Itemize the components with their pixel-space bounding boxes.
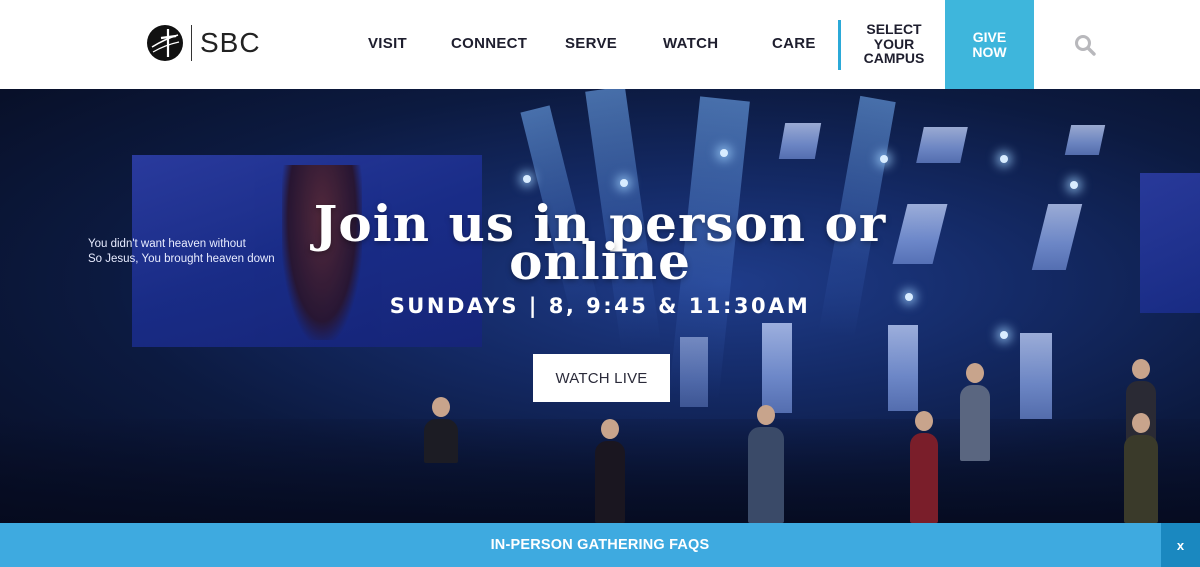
campus-line: SELECT [866, 21, 922, 37]
faq-link[interactable]: IN-PERSON GATHERING FAQS [491, 537, 710, 553]
search-icon[interactable] [1074, 34, 1096, 56]
nav-item-watch[interactable]: WATCH [663, 35, 718, 52]
stage-light [1000, 331, 1008, 339]
performer-head [432, 397, 450, 417]
stage-light [523, 175, 531, 183]
stage-light [1000, 155, 1008, 163]
campus-line: CAMPUS [863, 50, 925, 66]
stage-panel [1020, 333, 1052, 419]
nav-item-serve[interactable]: SERVE [565, 35, 617, 52]
nav-item-care[interactable]: CARE [772, 35, 816, 52]
campus-line: YOUR [873, 35, 915, 52]
announcement-bar: IN-PERSON GATHERING FAQS x [0, 523, 1200, 567]
stage-panel [762, 323, 792, 413]
performer [1124, 413, 1158, 523]
performer [910, 411, 938, 523]
close-bar-button[interactable]: x [1161, 523, 1200, 567]
give-line: GIVE [972, 29, 1007, 45]
stage-light [720, 149, 728, 157]
stage-light [1070, 181, 1078, 189]
select-campus-button[interactable]: SELECT YOUR CAMPUS [858, 22, 930, 66]
hero-service-times: SUNDAYS | 8, 9:45 & 11:30AM [389, 294, 811, 318]
performer [595, 419, 625, 523]
nav-item-connect[interactable]: CONNECT [451, 35, 527, 52]
hero-section: You didn't want heaven without So Jesus,… [0, 89, 1200, 523]
performer [748, 405, 784, 523]
performer-head [757, 405, 775, 425]
performer-head [1132, 413, 1150, 433]
give-line: NOW [972, 43, 1007, 60]
globe-cross-icon [147, 25, 183, 61]
site-logo[interactable]: SBC [147, 25, 261, 61]
site-header: SBC VISIT CONNECT SERVE WATCH CARE SELEC… [0, 0, 1200, 89]
performer [960, 363, 990, 461]
logo-divider [191, 25, 192, 61]
stage-panel [916, 127, 968, 163]
stage-light [880, 155, 888, 163]
nav-item-visit[interactable]: VISIT [368, 35, 407, 52]
performer [424, 397, 458, 463]
give-now-button[interactable]: GIVE NOW [945, 0, 1034, 89]
performer-head [1132, 359, 1150, 379]
hero-title: Join us in person or online [0, 199, 1200, 291]
hero-title-line: online [509, 232, 691, 291]
stage-panel [1064, 125, 1106, 155]
campus-divider [838, 20, 841, 70]
performer-head [601, 419, 619, 439]
performer-head [915, 411, 933, 431]
stage-panel [888, 325, 918, 411]
stage-panel [778, 123, 822, 159]
brand-name: SBC [200, 27, 261, 58]
performer-head [966, 363, 984, 383]
stage-light [620, 179, 628, 187]
stage-panel [680, 337, 708, 407]
watch-live-button[interactable]: WATCH LIVE [533, 354, 670, 402]
